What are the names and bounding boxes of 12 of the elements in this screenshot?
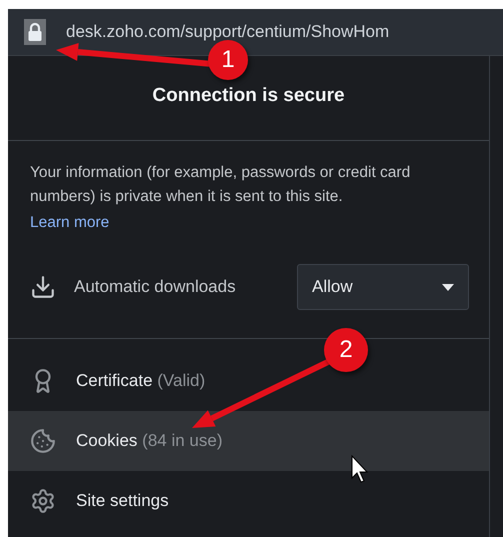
caret-icon: [442, 284, 454, 290]
cookie-icon: [30, 428, 56, 454]
privacy-info: Your information (for example, passwords or credit card numbers) is private when it is sent to this site.: [30, 163, 412, 207]
learn-more-link[interactable]: Learn more: [30, 211, 110, 235]
settings-icon: [30, 488, 56, 514]
permission-select[interactable]: Allow: [297, 264, 469, 310]
permission-label: Automatic downloads: [74, 277, 237, 297]
menu-item[interactable]: Cookies (84 in use): [8, 411, 489, 471]
lock-icon[interactable]: [24, 19, 46, 45]
mouse-cursor-icon: [352, 454, 368, 483]
download-icon: [30, 274, 56, 300]
menu-item[interactable]: Site settings: [8, 471, 489, 531]
